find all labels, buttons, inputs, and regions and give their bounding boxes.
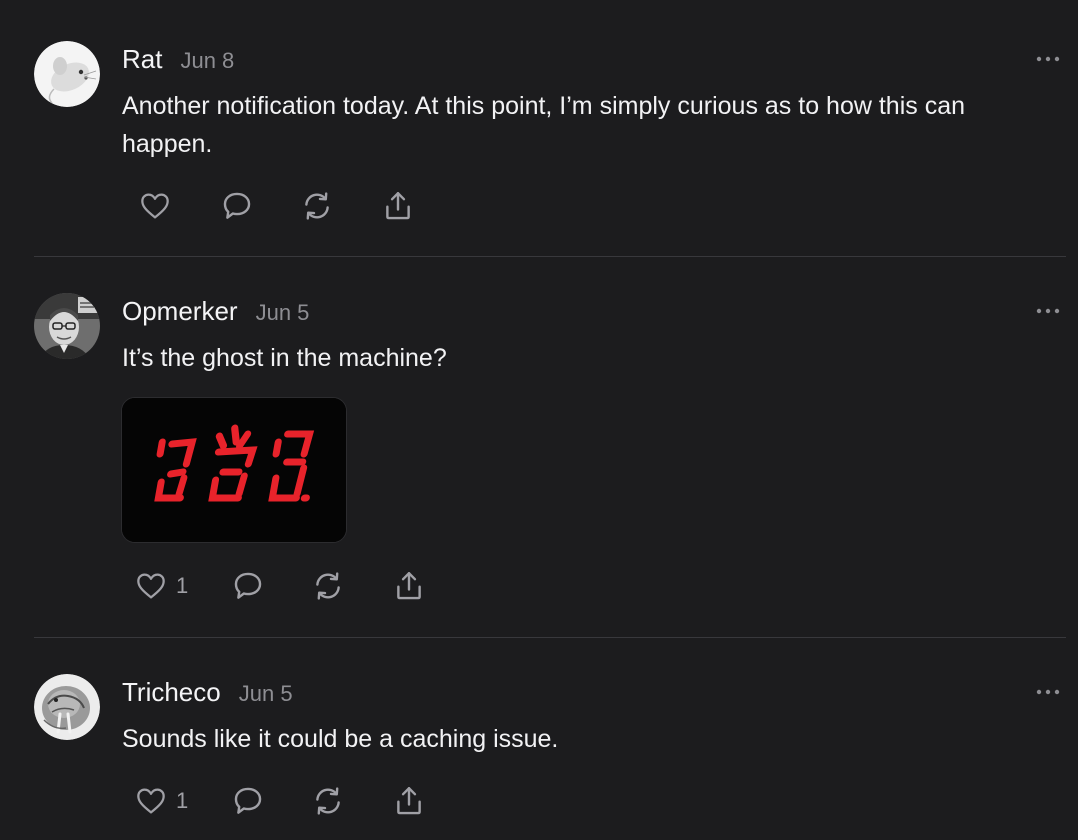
comment-icon (234, 572, 262, 599)
like-button[interactable]: 1 (134, 566, 188, 606)
post-3: Tricheco Jun 5 Sounds like it could be a… (0, 638, 1078, 840)
comment-button[interactable] (231, 566, 265, 606)
post-header: Rat Jun 8 (122, 44, 234, 75)
more-options-icon[interactable] (1034, 52, 1062, 66)
person-photo-avatar[interactable] (34, 293, 100, 359)
author-name[interactable]: Opmerker (122, 296, 238, 327)
like-button[interactable]: 1 (134, 781, 188, 821)
action-bar (134, 186, 454, 226)
red-seven-segment-digits-image[interactable] (121, 397, 347, 543)
heart-icon (137, 788, 165, 814)
like-count: 1 (176, 573, 189, 598)
walrus-avatar[interactable] (34, 674, 100, 740)
more-options-icon[interactable] (1034, 685, 1062, 699)
post-2: Opmerker Jun 5 It’s the ghost in the mac… (0, 257, 1078, 637)
action-bar: 1 (134, 566, 454, 606)
more-options-icon[interactable] (1034, 304, 1062, 318)
repost-button[interactable] (300, 186, 334, 226)
post-text: Sounds like it could be a caching issue. (122, 725, 559, 753)
repost-button[interactable] (311, 781, 345, 821)
heart-icon (137, 573, 165, 599)
repost-button[interactable] (311, 566, 345, 606)
repost-icon (316, 572, 340, 600)
comment-button[interactable] (220, 186, 254, 226)
rat-avatar[interactable] (34, 41, 100, 107)
share-button[interactable] (381, 186, 415, 226)
like-count: 1 (176, 788, 189, 813)
post-text: It’s the ghost in the machine? (122, 344, 447, 372)
share-icon (386, 192, 410, 220)
share-icon (397, 787, 421, 815)
post-date[interactable]: Jun 5 (256, 300, 310, 326)
share-icon (397, 572, 421, 600)
author-name[interactable]: Tricheco (122, 677, 221, 708)
author-name[interactable]: Rat (122, 44, 162, 75)
repost-icon (316, 787, 340, 815)
post-date[interactable]: Jun 8 (180, 48, 234, 74)
comment-button[interactable] (231, 781, 265, 821)
like-button[interactable] (138, 186, 172, 226)
post-text: Another notification today. At this poin… (122, 92, 966, 158)
action-bar: 1 (134, 781, 454, 821)
post-1: Rat Jun 8 Another notification today. At… (0, 0, 1078, 257)
repost-icon (305, 192, 329, 220)
comment-icon (223, 192, 251, 219)
share-button[interactable] (392, 781, 426, 821)
share-button[interactable] (392, 566, 426, 606)
comment-icon (234, 787, 262, 814)
post-date[interactable]: Jun 5 (239, 681, 293, 707)
post-header: Opmerker Jun 5 (122, 296, 309, 327)
heart-icon (141, 193, 169, 219)
post-header: Tricheco Jun 5 (122, 677, 293, 708)
